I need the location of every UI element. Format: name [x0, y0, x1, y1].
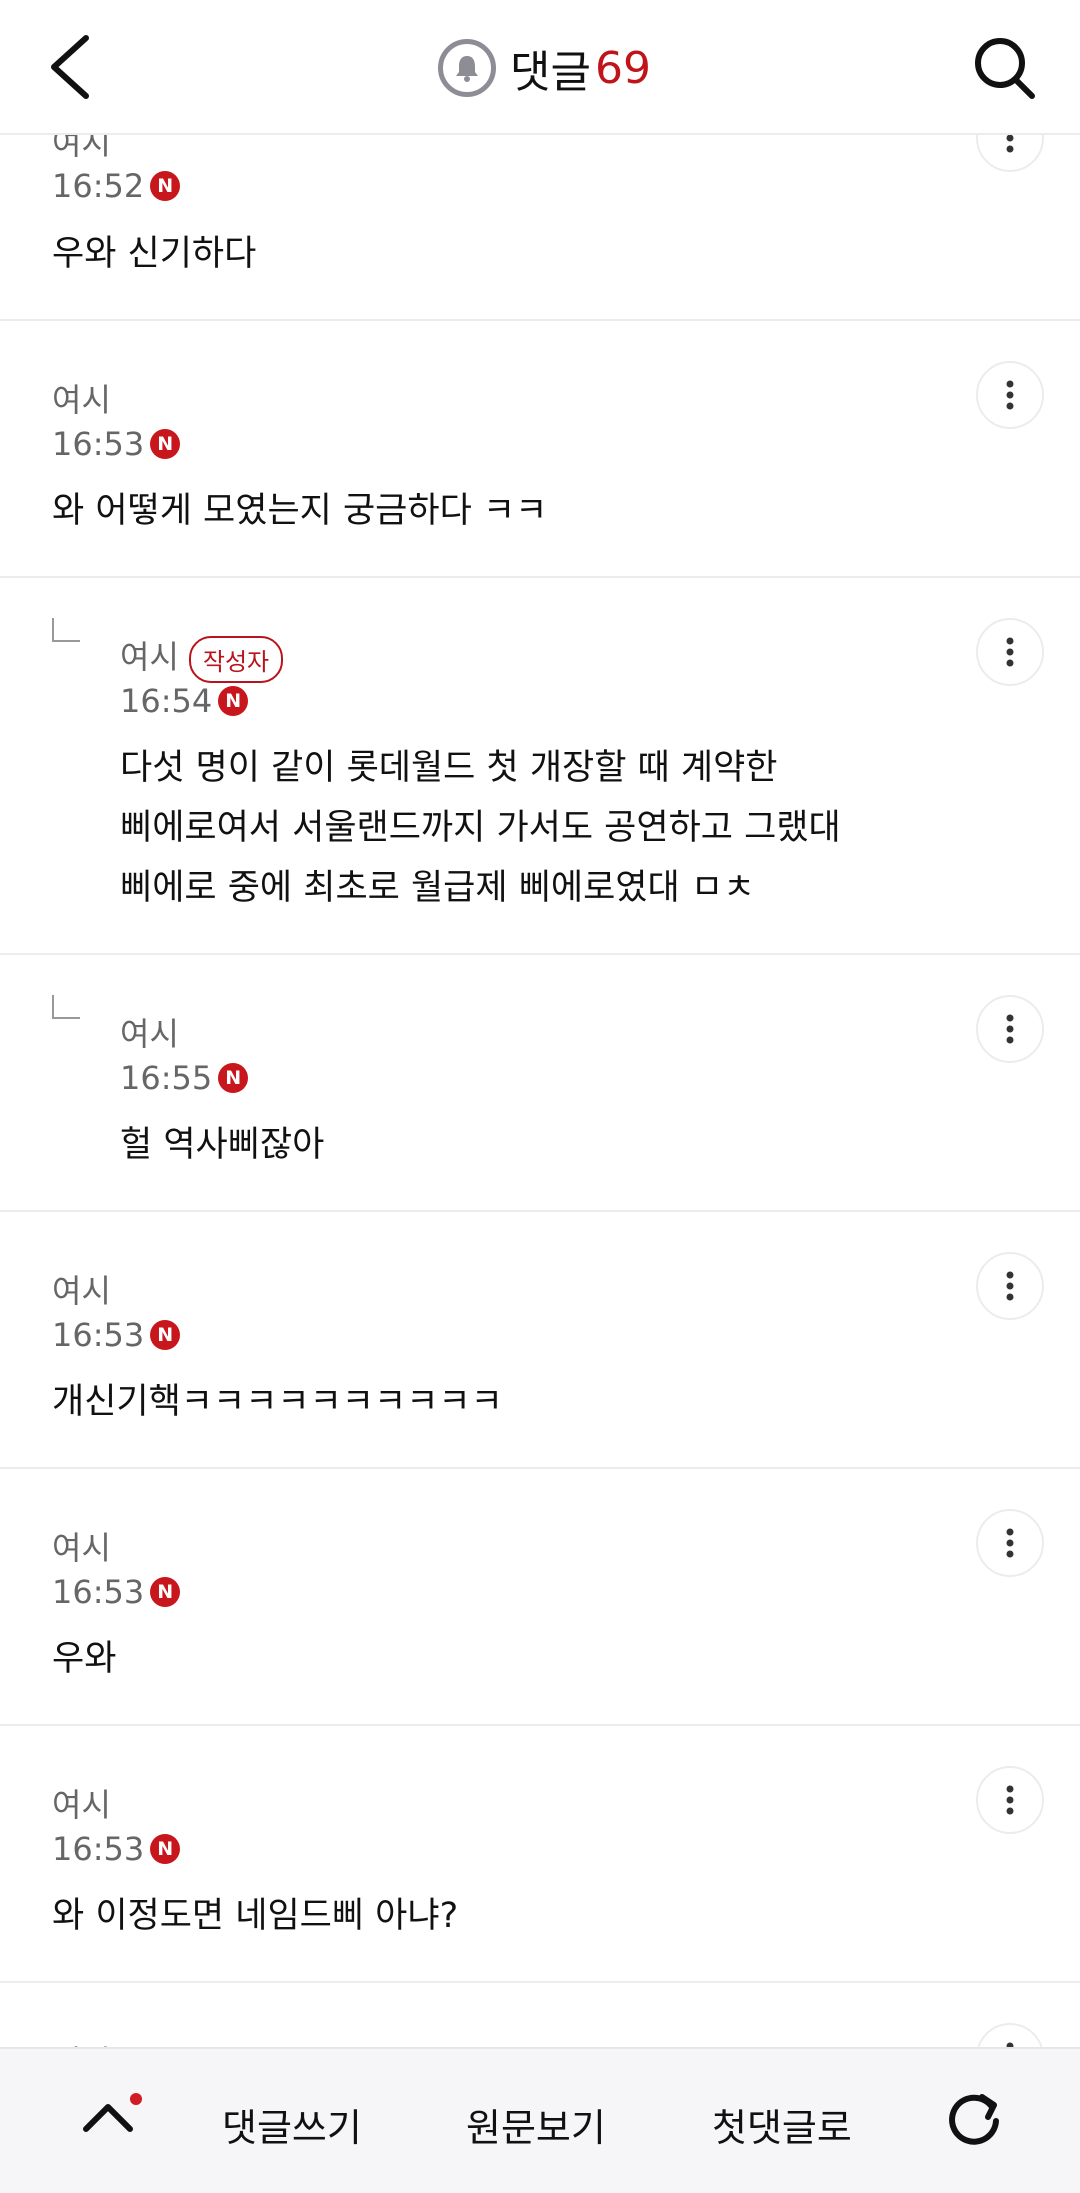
- more-vertical-icon: [1006, 380, 1014, 410]
- comment-body: 개신기핵ㅋㅋㅋㅋㅋㅋㅋㅋㅋㅋ: [52, 1372, 503, 1432]
- comment-time-text: 16:53: [52, 1573, 145, 1611]
- scroll-top-button[interactable]: [78, 2087, 138, 2147]
- more-vertical-icon: [1006, 1271, 1014, 1301]
- comment-time-text: 16:53: [52, 1830, 145, 1868]
- comment-body-line: 개신기핵ㅋㅋㅋㅋㅋㅋㅋㅋㅋㅋ: [52, 1382, 503, 1422]
- refresh-icon: [949, 2094, 999, 2145]
- refresh-button[interactable]: [942, 2085, 1006, 2149]
- search-icon: [975, 38, 1035, 99]
- more-options-button[interactable]: [976, 1252, 1044, 1320]
- more-options-button[interactable]: [976, 618, 1044, 686]
- comment-item: 여시 16:53 N 개신기핵ㅋㅋㅋㅋㅋㅋㅋㅋㅋㅋ: [0, 1212, 1080, 1469]
- comment-author: 여시: [52, 1529, 111, 1567]
- comment-time-text: 16:55: [120, 1059, 213, 1097]
- author-badge: 작성자: [188, 635, 284, 683]
- comments-title: 댓글 69: [438, 38, 651, 98]
- comment-item: 여시 작성자 16:54 N 다섯 명이 같이 롯데월드 첫 개장할 때 계약한 …: [0, 578, 1080, 955]
- comment-item: 여시 16:53 N 와 어떻게 모였는지 궁금하다 ㅋㅋ: [0, 321, 1080, 578]
- more-vertical-icon: [1006, 637, 1014, 667]
- comment-item: 여시 16:53 N 와 이정도면 네임드삐 아냐?: [0, 1726, 1080, 1983]
- more-vertical-icon: [1006, 1785, 1014, 1815]
- comment-body-line: 헐 역사삐잖아: [120, 1125, 325, 1165]
- comment-author: 여시: [52, 381, 111, 419]
- top-app-bar: 댓글 69: [0, 0, 1080, 135]
- notification-toggle[interactable]: [438, 39, 496, 97]
- comment-author: 여시: [52, 1272, 111, 1310]
- more-vertical-icon: [1006, 1528, 1014, 1558]
- comment-body-line: 삐에로 중에 최초로 월급제 삐에로였대 ㅁㅊ: [120, 868, 756, 908]
- comment-body-line: 다섯 명이 같이 롯데월드 첫 개장할 때 계약한: [120, 748, 778, 788]
- more-options-button[interactable]: [976, 1766, 1044, 1834]
- comment-count: 69: [594, 42, 651, 94]
- more-options-button[interactable]: [976, 361, 1044, 429]
- comment-time: 16:55 N: [120, 1059, 249, 1097]
- comment-author: 여시: [120, 1015, 179, 1053]
- new-badge: N: [218, 686, 249, 716]
- comment-time-text: 16:53: [52, 425, 145, 463]
- new-badge: N: [150, 1577, 181, 1607]
- comment-body: 우와: [52, 1629, 116, 1689]
- page-title: 댓글: [510, 47, 591, 98]
- comment-author: 여시: [52, 1786, 111, 1824]
- reply-indicator-icon: [52, 618, 80, 642]
- bottom-action-bar: 댓글쓰기 원문보기 첫댓글로: [0, 2047, 1080, 2193]
- comment-time: 16:52 N: [52, 167, 181, 205]
- comment-time: 16:53 N: [52, 425, 181, 463]
- comment-time: 16:53 N: [52, 1573, 181, 1611]
- comment-body-line: 와 어떻게 모였는지 궁금하다 ㅋㅋ: [52, 491, 548, 531]
- more-options-button[interactable]: [976, 995, 1044, 1063]
- comment-time-text: 16:52: [52, 167, 145, 205]
- new-badge: N: [150, 429, 181, 459]
- view-original-button[interactable]: 원문보기: [466, 2097, 606, 2152]
- new-badge: N: [218, 1063, 249, 1093]
- comment-body: 우와 신기하다: [52, 224, 256, 284]
- search-button[interactable]: [970, 30, 1040, 104]
- comment-body-line: 와 이정도면 네임드삐 아냐?: [52, 1896, 459, 1936]
- write-comment-button[interactable]: 댓글쓰기: [222, 2097, 362, 2152]
- reply-indicator-icon: [52, 995, 80, 1019]
- comment-author: 여시 작성자: [120, 632, 284, 683]
- comment-body-line: 삐에로여서 서울랜드까지 가서도 공연하고 그랬대: [120, 808, 841, 848]
- first-comment-button[interactable]: 첫댓글로: [712, 2097, 852, 2152]
- comment-time-text: 16:53: [52, 1316, 145, 1354]
- comment-time: 16:53 N: [52, 1830, 181, 1868]
- back-button[interactable]: [42, 30, 102, 104]
- comment-item: 여시 16:53 N 우와: [0, 1469, 1080, 1726]
- comment-body: 헐 역사삐잖아: [120, 1115, 324, 1175]
- comment-time-text: 16:54: [120, 682, 213, 720]
- new-badge: N: [150, 1834, 181, 1864]
- comment-time: 16:54 N: [120, 682, 249, 720]
- bell-icon: [456, 56, 478, 82]
- comment-body-line: 우와: [52, 1639, 117, 1679]
- more-vertical-icon: [1006, 1014, 1014, 1044]
- comment-time: 16:53 N: [52, 1316, 181, 1354]
- chevron-up-icon: [83, 2104, 133, 2132]
- comment-body: 와 어떻게 모였는지 궁금하다 ㅋㅋ: [52, 481, 547, 541]
- new-badge: N: [150, 1320, 181, 1350]
- comment-author-name: 여시: [120, 638, 179, 676]
- chevron-left-icon: [51, 35, 89, 99]
- new-badge: N: [150, 171, 181, 201]
- comment-body: 다섯 명이 같이 롯데월드 첫 개장할 때 계약한 삐에로여서 서울랜드까지 가…: [120, 738, 841, 918]
- comment-body: 와 이정도면 네임드삐 아냐?: [52, 1886, 458, 1946]
- more-options-button[interactable]: [976, 1509, 1044, 1577]
- comment-body-line: 우와 신기하다: [52, 234, 257, 274]
- notification-dot: [130, 2093, 142, 2105]
- comment-item: 여시 16:55 N 헐 역사삐잖아: [0, 955, 1080, 1212]
